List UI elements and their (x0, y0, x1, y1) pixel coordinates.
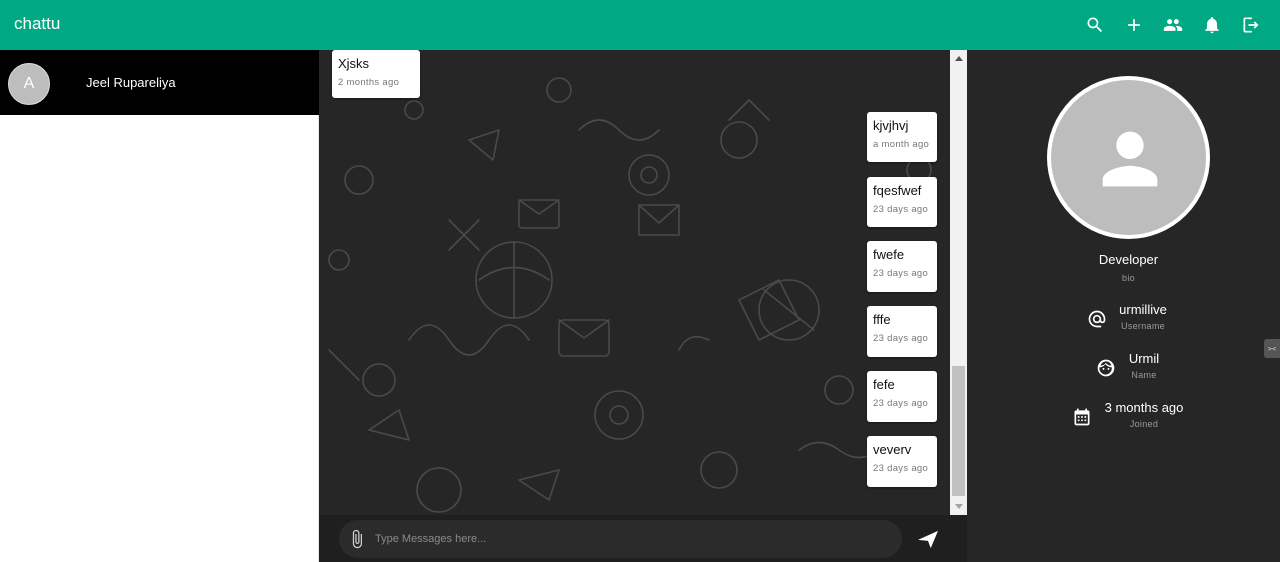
contact-item-jeel-rupareliya[interactable]: A Jeel Rupareliya (0, 50, 319, 115)
message-bubble[interactable]: fwefe 23 days ago (867, 241, 937, 292)
name-value: Urmil (1128, 351, 1160, 366)
scroll-up-arrow-icon[interactable] (950, 50, 967, 67)
message-input[interactable] (375, 520, 895, 558)
profile-role: Developer (1098, 252, 1159, 267)
message-time: 23 days ago (873, 333, 929, 344)
toolbar-actions (1075, 0, 1280, 50)
user-silhouette-icon (1102, 131, 1158, 187)
message-bubble[interactable]: Xjsks 2 months ago (332, 50, 420, 98)
message-text: fqesfwef (873, 183, 922, 198)
side-drawer-handle-icon[interactable]: >< (1264, 339, 1280, 358)
logout-icon[interactable] (1231, 0, 1270, 50)
doodle-wallpaper (328, 77, 932, 513)
group-icon[interactable] (1153, 0, 1192, 50)
contact-name: Jeel Rupareliya (86, 75, 176, 90)
message-scrollbar[interactable] (950, 50, 967, 515)
message-text: fwefe (873, 247, 905, 262)
message-bubble[interactable]: veverv 23 days ago (867, 436, 937, 487)
message-text: veverv (873, 442, 912, 457)
joined-block: 3 months ago Joined (1084, 400, 1204, 429)
username-label: Username (1121, 321, 1165, 331)
profile-role-label: bio (1122, 273, 1135, 283)
scrollbar-thumb[interactable] (952, 366, 965, 496)
scroll-down-arrow-icon[interactable] (950, 498, 967, 515)
username-value: urmillive (1119, 302, 1167, 317)
add-icon[interactable] (1114, 0, 1153, 50)
attachment-paperclip-icon[interactable] (347, 529, 367, 549)
message-input-wrapper (339, 520, 902, 558)
contacts-sidebar: A Jeel Rupareliya (0, 50, 319, 562)
profile-name-row: Urmil Name (967, 351, 1280, 394)
message-bubble[interactable]: kjvjhvj a month ago (867, 112, 937, 162)
profile-username-row: urmillive Username (967, 302, 1280, 345)
message-text: Xjsks (338, 56, 370, 71)
name-block: Urmil Name (1084, 351, 1204, 380)
message-time: 23 days ago (873, 398, 929, 409)
message-bubble[interactable]: fqesfwef 23 days ago (867, 177, 937, 227)
joined-label: Joined (1129, 419, 1159, 429)
message-text: fefe (873, 377, 895, 392)
send-icon[interactable] (917, 529, 941, 551)
app-title[interactable]: chattu (14, 14, 60, 34)
profile-panel: Developer bio urmillive Username Urmil N… (967, 50, 1280, 562)
message-time: 23 days ago (873, 268, 929, 279)
message-time: 2 months ago (338, 77, 400, 88)
profile-joined-row: 3 months ago Joined (967, 400, 1280, 443)
avatar: A (8, 63, 50, 105)
message-list[interactable]: Xjsks 2 months ago kjvjhvj a month ago f… (319, 50, 950, 515)
username-block: urmillive Username (1083, 302, 1203, 331)
message-composer (319, 515, 967, 562)
message-time: 23 days ago (873, 463, 929, 474)
top-app-bar: chattu (0, 0, 1280, 50)
message-time: 23 days ago (873, 204, 929, 215)
message-bubble[interactable]: fefe 23 days ago (867, 371, 937, 422)
joined-value: 3 months ago (1104, 400, 1184, 415)
message-text: kjvjhvj (873, 118, 909, 133)
message-time: a month ago (873, 139, 930, 150)
notification-bell-icon[interactable] (1192, 0, 1231, 50)
name-label: Name (1131, 370, 1157, 380)
search-icon[interactable] (1075, 0, 1114, 50)
profile-avatar (1047, 76, 1210, 239)
message-text: fffe (873, 312, 891, 327)
message-bubble[interactable]: fffe 23 days ago (867, 306, 937, 357)
chat-panel: Xjsks 2 months ago kjvjhvj a month ago f… (319, 50, 967, 562)
